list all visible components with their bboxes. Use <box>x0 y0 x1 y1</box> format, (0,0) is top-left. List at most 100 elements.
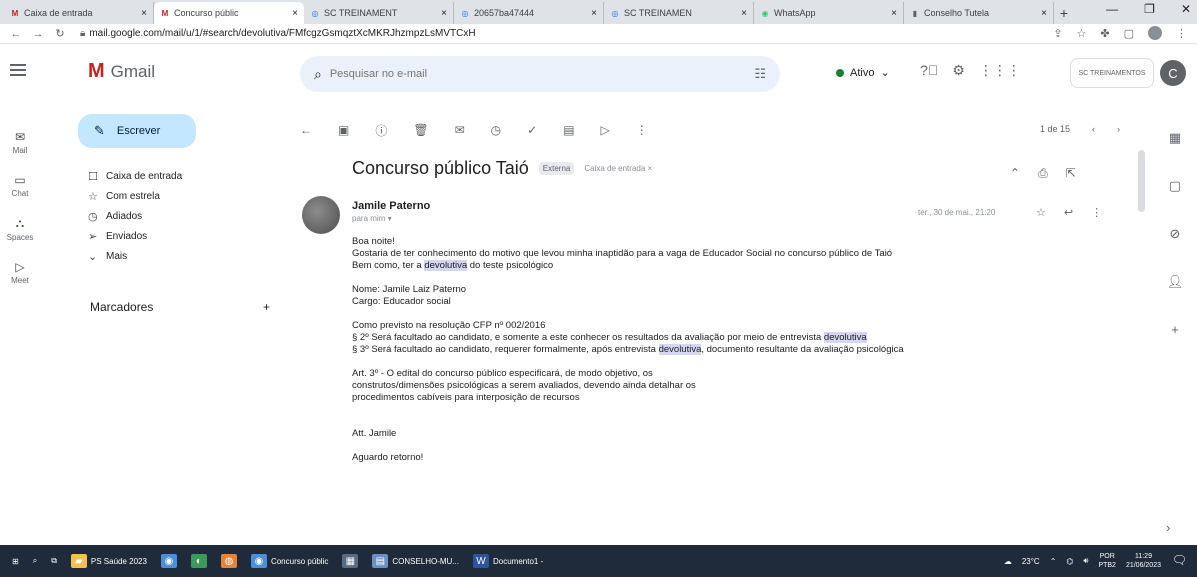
report-spam-icon[interactable]: ⓘ <box>375 122 387 139</box>
taskbar-app[interactable]: ◉ <box>160 554 177 568</box>
close-tab-icon[interactable]: × <box>1041 8 1047 19</box>
inbox-label-chip[interactable]: Caixa de entrada × <box>584 164 652 173</box>
snooze-icon[interactable]: ◷ <box>491 123 501 137</box>
gear-icon[interactable]: ⚙ <box>952 62 965 79</box>
volume-icon[interactable]: 🔊︎ <box>1083 556 1088 566</box>
status-selector[interactable]: Ativo ⌄ <box>836 66 890 79</box>
compose-button[interactable]: ✎ Escrever <box>78 114 196 148</box>
browser-tab[interactable]: M Caixa de entrada × <box>4 2 154 24</box>
language-indicator[interactable]: POR PTB2 <box>1098 552 1116 570</box>
calendar-icon[interactable]: ▦ <box>1169 130 1181 146</box>
maximize-icon[interactable]: ❐ <box>1144 2 1155 16</box>
recipient-line[interactable]: para mim ▾ <box>352 214 392 223</box>
next-page-icon[interactable]: › <box>1117 124 1120 134</box>
expand-panel-icon[interactable]: › <box>1166 520 1170 535</box>
more-options-icon[interactable]: ⋮ <box>636 123 648 137</box>
move-to-icon[interactable]: ▤ <box>563 123 574 137</box>
sender-avatar[interactable] <box>302 196 340 234</box>
taskbar-app[interactable]: ▤ CONSELHO-MU... <box>372 554 459 568</box>
sidebar-item-2[interactable]: ◷ Adiados <box>88 206 288 226</box>
more-options-icon[interactable]: ⋮ <box>1091 206 1102 219</box>
notification-icon[interactable]: 🗨︎ <box>1172 553 1187 567</box>
account-chip[interactable]: SC TREINAMENTOS <box>1070 58 1154 88</box>
minimize-icon[interactable]: — <box>1106 2 1118 16</box>
inbox-icon: ☐ <box>88 170 98 183</box>
browser-tab[interactable]: M Concurso públic × <box>154 2 304 24</box>
browser-tab[interactable]: ▮ Conselho Tutela × <box>904 2 1054 24</box>
profile-avatar[interactable] <box>1148 26 1162 40</box>
taskbar-app[interactable]: ◉ Concurso públic <box>250 554 328 568</box>
reply-icon[interactable]: ↩ <box>1064 206 1073 219</box>
collapse-icon[interactable]: ⌃ <box>1010 166 1020 181</box>
close-tab-icon[interactable]: × <box>741 8 747 19</box>
forward-icon[interactable]: → <box>30 28 46 40</box>
weather-icon[interactable]: ☁ <box>1004 557 1012 566</box>
add-addon-icon[interactable]: + <box>1171 322 1179 337</box>
close-window-icon[interactable]: ✕ <box>1181 2 1191 16</box>
main-menu-icon[interactable] <box>10 64 26 76</box>
weather-temp[interactable]: 23°C <box>1022 557 1040 566</box>
close-tab-icon[interactable]: × <box>591 8 597 19</box>
reload-icon[interactable]: ↻ <box>52 27 68 40</box>
browser-tab[interactable]: ◎ 20657ba47444 × <box>454 2 604 24</box>
browser-tab[interactable]: ◎ SC TREINAMEN × <box>604 2 754 24</box>
browser-tab[interactable]: ◎ SC TREINAMENT × <box>304 2 454 24</box>
taskbar-app[interactable]: ◍ <box>220 554 237 568</box>
label-icon[interactable]: ▷ <box>601 123 610 137</box>
scrollbar[interactable] <box>1138 150 1145 212</box>
taskbar-search-icon[interactable]: ⌕ <box>33 556 37 566</box>
clock[interactable]: 11:29 21/06/2023 <box>1126 552 1161 570</box>
close-tab-icon[interactable]: × <box>141 8 147 19</box>
prev-page-icon[interactable]: ‹ <box>1092 124 1095 134</box>
windows-start-icon[interactable]: ⊞ <box>12 557 19 566</box>
sidebar-item-label: Adiados <box>106 210 143 222</box>
browser-menu-icon[interactable]: ⋮ <box>1176 27 1187 40</box>
rail-item-0[interactable]: ✉ Mail <box>0 130 40 155</box>
sidebar-item-0[interactable]: ☐ Caixa de entrada <box>88 166 288 186</box>
add-task-icon[interactable]: ✓ <box>527 123 537 137</box>
extensions-icon[interactable]: ✤ <box>1100 27 1109 40</box>
taskbar-app[interactable]: W Documento1 - <box>473 554 543 568</box>
search-input[interactable] <box>329 68 710 80</box>
rail-item-3[interactable]: ▷ Meet <box>0 260 40 285</box>
sender-name[interactable]: Jamile Paterno <box>352 200 430 212</box>
open-new-window-icon[interactable]: ⇱ <box>1066 166 1076 181</box>
network-icon[interactable]: ⌬ <box>1066 557 1073 566</box>
back-icon[interactable]: ← <box>8 28 24 40</box>
bookmark-star-icon[interactable]: ☆ <box>1077 27 1087 40</box>
back-to-list-icon[interactable]: ← <box>300 123 312 137</box>
task-view-icon[interactable]: ⧉ <box>51 556 57 566</box>
sidebar-toggle-icon[interactable]: ▢ <box>1124 27 1134 40</box>
close-tab-icon[interactable]: × <box>891 8 897 19</box>
close-tab-icon[interactable]: × <box>441 8 447 19</box>
gmail-logo[interactable]: M Gmail <box>88 60 155 83</box>
close-tab-icon[interactable]: × <box>292 8 298 19</box>
taskbar-app[interactable]: ▦ <box>342 554 359 568</box>
apps-grid-icon[interactable]: ⋮⋮⋮ <box>979 62 1021 79</box>
keep-icon[interactable]: ▢ <box>1169 178 1181 194</box>
taskbar-app[interactable]: ▰ PS Saúde 2023 <box>70 554 147 568</box>
add-label-button[interactable]: + <box>263 300 270 314</box>
rail-item-1[interactable]: ▭ Chat <box>0 173 40 198</box>
star-icon[interactable]: ☆ <box>1036 206 1046 219</box>
browser-tab[interactable]: ◉ WhatsApp × <box>754 2 904 24</box>
contacts-icon[interactable]: 👤︎ <box>1167 274 1184 290</box>
sidebar-item-3[interactable]: ➢ Enviados <box>88 226 288 246</box>
taskbar-app[interactable]: ◐ <box>190 554 207 568</box>
rail-item-2[interactable]: ⛬ Spaces <box>0 216 40 242</box>
search-icon[interactable]: ⌕ <box>314 66 322 83</box>
sidebar-item-1[interactable]: ☆ Com estrela <box>88 186 288 206</box>
help-icon[interactable]: ?⃝ <box>920 62 938 79</box>
sidebar-item-4[interactable]: ⌄ Mais <box>88 246 288 266</box>
new-tab-button[interactable]: + <box>1054 2 1074 24</box>
delete-icon[interactable]: 🗑︎ <box>413 123 428 137</box>
tray-overflow-icon[interactable]: ⌃ <box>1050 557 1057 566</box>
share-icon[interactable]: ⇪ <box>1053 27 1062 40</box>
url-field[interactable]: 🔒︎ mail.google.com/mail/u/1/#search/devol… <box>80 28 476 39</box>
mark-unread-icon[interactable]: ✉ <box>455 123 465 137</box>
tasks-icon[interactable]: ⊘ <box>1170 226 1181 242</box>
print-icon[interactable]: ⎙ <box>1038 166 1048 181</box>
search-options-icon[interactable]: ☷ <box>754 66 766 82</box>
avatar[interactable]: C <box>1160 60 1186 86</box>
archive-icon[interactable]: ▣ <box>338 123 349 137</box>
